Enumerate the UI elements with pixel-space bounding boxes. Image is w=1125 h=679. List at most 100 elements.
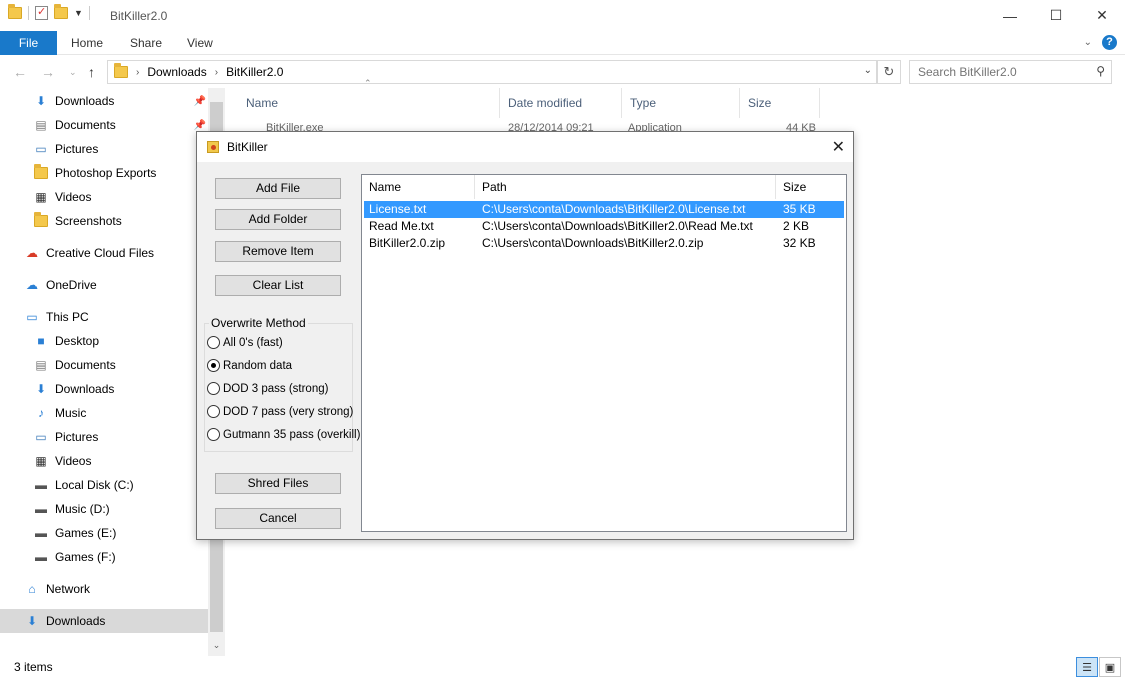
nav-item-downloads[interactable]: ⬇ Downloads 📌 xyxy=(0,89,208,113)
shred-files-button[interactable]: Shred Files xyxy=(215,473,341,494)
column-date-modified[interactable]: Date modified xyxy=(500,88,622,118)
nav-item-games-f[interactable]: ▬ Games (F:) xyxy=(0,545,208,569)
radio-dod-7-pass[interactable]: DOD 7 pass (very strong) xyxy=(207,405,353,418)
column-name[interactable]: Name xyxy=(238,88,500,118)
remove-item-button[interactable]: Remove Item xyxy=(215,241,341,262)
chevron-right-icon[interactable]: › xyxy=(215,67,218,78)
nav-item-label: Documents xyxy=(55,358,116,372)
customize-toolbar-icon[interactable]: ▼ xyxy=(74,8,83,18)
folder-icon xyxy=(33,212,49,229)
dialog-close-icon[interactable]: ✕ xyxy=(832,137,845,157)
back-arrow-icon[interactable]: ← xyxy=(13,64,27,80)
nav-item-documents-pc[interactable]: ▤ Documents xyxy=(0,353,208,377)
search-box[interactable]: ⚲ xyxy=(909,60,1112,84)
status-bar: 3 items ☰ ▣ xyxy=(0,656,1125,679)
list-row[interactable]: License.txt C:\Users\conta\Downloads\Bit… xyxy=(364,201,844,218)
nav-item-games-e[interactable]: ▬ Games (E:) xyxy=(0,521,208,545)
nav-item-label: Videos xyxy=(55,454,92,468)
nav-item-music[interactable]: ♪ Music xyxy=(0,401,208,425)
nav-item-local-disk-c[interactable]: ▬ Local Disk (C:) xyxy=(0,473,208,497)
column-type[interactable]: Type xyxy=(622,88,740,118)
add-file-button[interactable]: Add File xyxy=(215,178,341,199)
nav-item-photoshop-exports[interactable]: Photoshop Exports xyxy=(0,161,208,185)
nav-item-music-d[interactable]: ▬ Music (D:) xyxy=(0,497,208,521)
chevron-down-icon[interactable]: ⌄ xyxy=(864,65,872,76)
details-view-icon[interactable]: ☰ xyxy=(1076,657,1098,677)
chevron-right-icon[interactable]: › xyxy=(136,67,139,78)
download-icon: ⬇ xyxy=(35,382,47,396)
close-button[interactable]: ✕ xyxy=(1079,0,1125,31)
nav-item-screenshots[interactable]: Screenshots xyxy=(0,209,208,233)
nav-item-pictures[interactable]: ▭ Pictures xyxy=(0,137,208,161)
radio-button[interactable] xyxy=(207,428,220,441)
radio-button[interactable] xyxy=(207,405,220,418)
minimize-button[interactable]: — xyxy=(987,0,1033,31)
drive-icon: ▬ xyxy=(35,550,47,564)
radio-button-checked[interactable] xyxy=(207,359,220,372)
recent-locations-icon[interactable]: ⌄ xyxy=(69,67,77,78)
nav-item-onedrive[interactable]: ☁ OneDrive xyxy=(0,273,208,297)
scroll-down-icon[interactable]: ⌄ xyxy=(208,640,225,654)
nav-item-label: Games (F:) xyxy=(55,550,116,564)
nav-item-label: Videos xyxy=(55,190,92,204)
properties-icon[interactable] xyxy=(35,5,48,20)
cancel-button[interactable]: Cancel xyxy=(215,508,341,529)
radio-label: All 0's (fast) xyxy=(223,336,283,349)
nav-item-videos-pc[interactable]: ▦ Videos xyxy=(0,449,208,473)
tab-view[interactable]: View xyxy=(177,31,223,55)
large-icons-view-icon[interactable]: ▣ xyxy=(1099,657,1121,677)
pin-icon[interactable]: 📌 xyxy=(194,120,206,131)
radio-button[interactable] xyxy=(207,336,220,349)
list-row[interactable]: BitKiller2.0.zip C:\Users\conta\Download… xyxy=(364,235,844,252)
add-folder-button[interactable]: Add Folder xyxy=(215,209,341,230)
nav-item-creative-cloud[interactable]: ☁ Creative Cloud Files xyxy=(0,241,208,265)
list-column-path[interactable]: Path xyxy=(475,175,776,199)
up-arrow-icon[interactable]: ↑ xyxy=(88,64,95,80)
overwrite-method-group: Overwrite Method All 0's (fast) Random d… xyxy=(204,316,360,452)
nav-item-label: Downloads xyxy=(46,614,106,628)
download-icon: ⬇ xyxy=(26,614,38,628)
radio-dod-3-pass[interactable]: DOD 3 pass (strong) xyxy=(207,382,328,395)
network-icon: ⌂ xyxy=(28,582,36,596)
forward-arrow-icon[interactable]: → xyxy=(41,64,55,80)
pin-icon[interactable]: 📌 xyxy=(194,96,206,107)
tab-file[interactable]: File xyxy=(0,31,57,55)
row-name: Read Me.txt xyxy=(369,219,434,233)
clear-list-button[interactable]: Clear List xyxy=(215,275,341,296)
search-input[interactable] xyxy=(910,61,1080,83)
list-row[interactable]: Read Me.txt C:\Users\conta\Downloads\Bit… xyxy=(364,218,844,235)
expand-ribbon-icon[interactable]: ⌄ xyxy=(1084,37,1092,48)
search-icon[interactable]: ⚲ xyxy=(1096,64,1105,78)
new-folder-icon[interactable] xyxy=(54,4,68,19)
breadcrumb-bitkiller[interactable]: BitKiller2.0 xyxy=(226,65,283,79)
list-column-size[interactable]: Size xyxy=(776,175,846,199)
radio-gutmann-35-pass[interactable]: Gutmann 35 pass (overkill) xyxy=(207,428,360,441)
maximize-button[interactable]: ☐ xyxy=(1033,0,1079,31)
nav-item-label: Documents xyxy=(55,118,116,132)
nav-item-this-pc[interactable]: ▭ This PC xyxy=(0,305,208,329)
help-icon[interactable]: ? xyxy=(1102,35,1117,50)
tab-share[interactable]: Share xyxy=(120,31,172,55)
tab-home[interactable]: Home xyxy=(61,31,113,55)
breadcrumb-downloads[interactable]: Downloads xyxy=(147,65,206,79)
nav-item-downloads-pc[interactable]: ⬇ Downloads xyxy=(0,377,208,401)
videos-icon: ▦ xyxy=(35,454,47,468)
column-size[interactable]: Size xyxy=(740,88,820,118)
videos-icon: ▦ xyxy=(35,190,47,204)
nav-item-pictures-pc[interactable]: ▭ Pictures xyxy=(0,425,208,449)
file-queue-list[interactable]: Name Path Size License.txt C:\Users\cont… xyxy=(361,174,847,532)
ribbon: File Home Share View ⌄ ? xyxy=(0,31,1125,55)
radio-button[interactable] xyxy=(207,382,220,395)
onedrive-icon: ☁ xyxy=(26,278,38,292)
drive-icon: ▬ xyxy=(35,478,47,492)
refresh-button[interactable]: ↻ xyxy=(877,60,901,84)
nav-item-desktop[interactable]: ■ Desktop xyxy=(0,329,208,353)
nav-item-videos[interactable]: ▦ Videos xyxy=(0,185,208,209)
radio-random-data[interactable]: Random data xyxy=(207,359,292,372)
nav-item-network[interactable]: ⌂ Network xyxy=(0,577,208,601)
radio-all-zeros[interactable]: All 0's (fast) xyxy=(207,336,283,349)
list-column-name[interactable]: Name xyxy=(362,175,475,199)
nav-item-downloads-selected[interactable]: ⬇ Downloads xyxy=(0,609,208,633)
address-bar[interactable]: › Downloads › BitKiller2.0 ⌄ xyxy=(107,60,877,84)
nav-item-documents[interactable]: ▤ Documents 📌 xyxy=(0,113,208,137)
